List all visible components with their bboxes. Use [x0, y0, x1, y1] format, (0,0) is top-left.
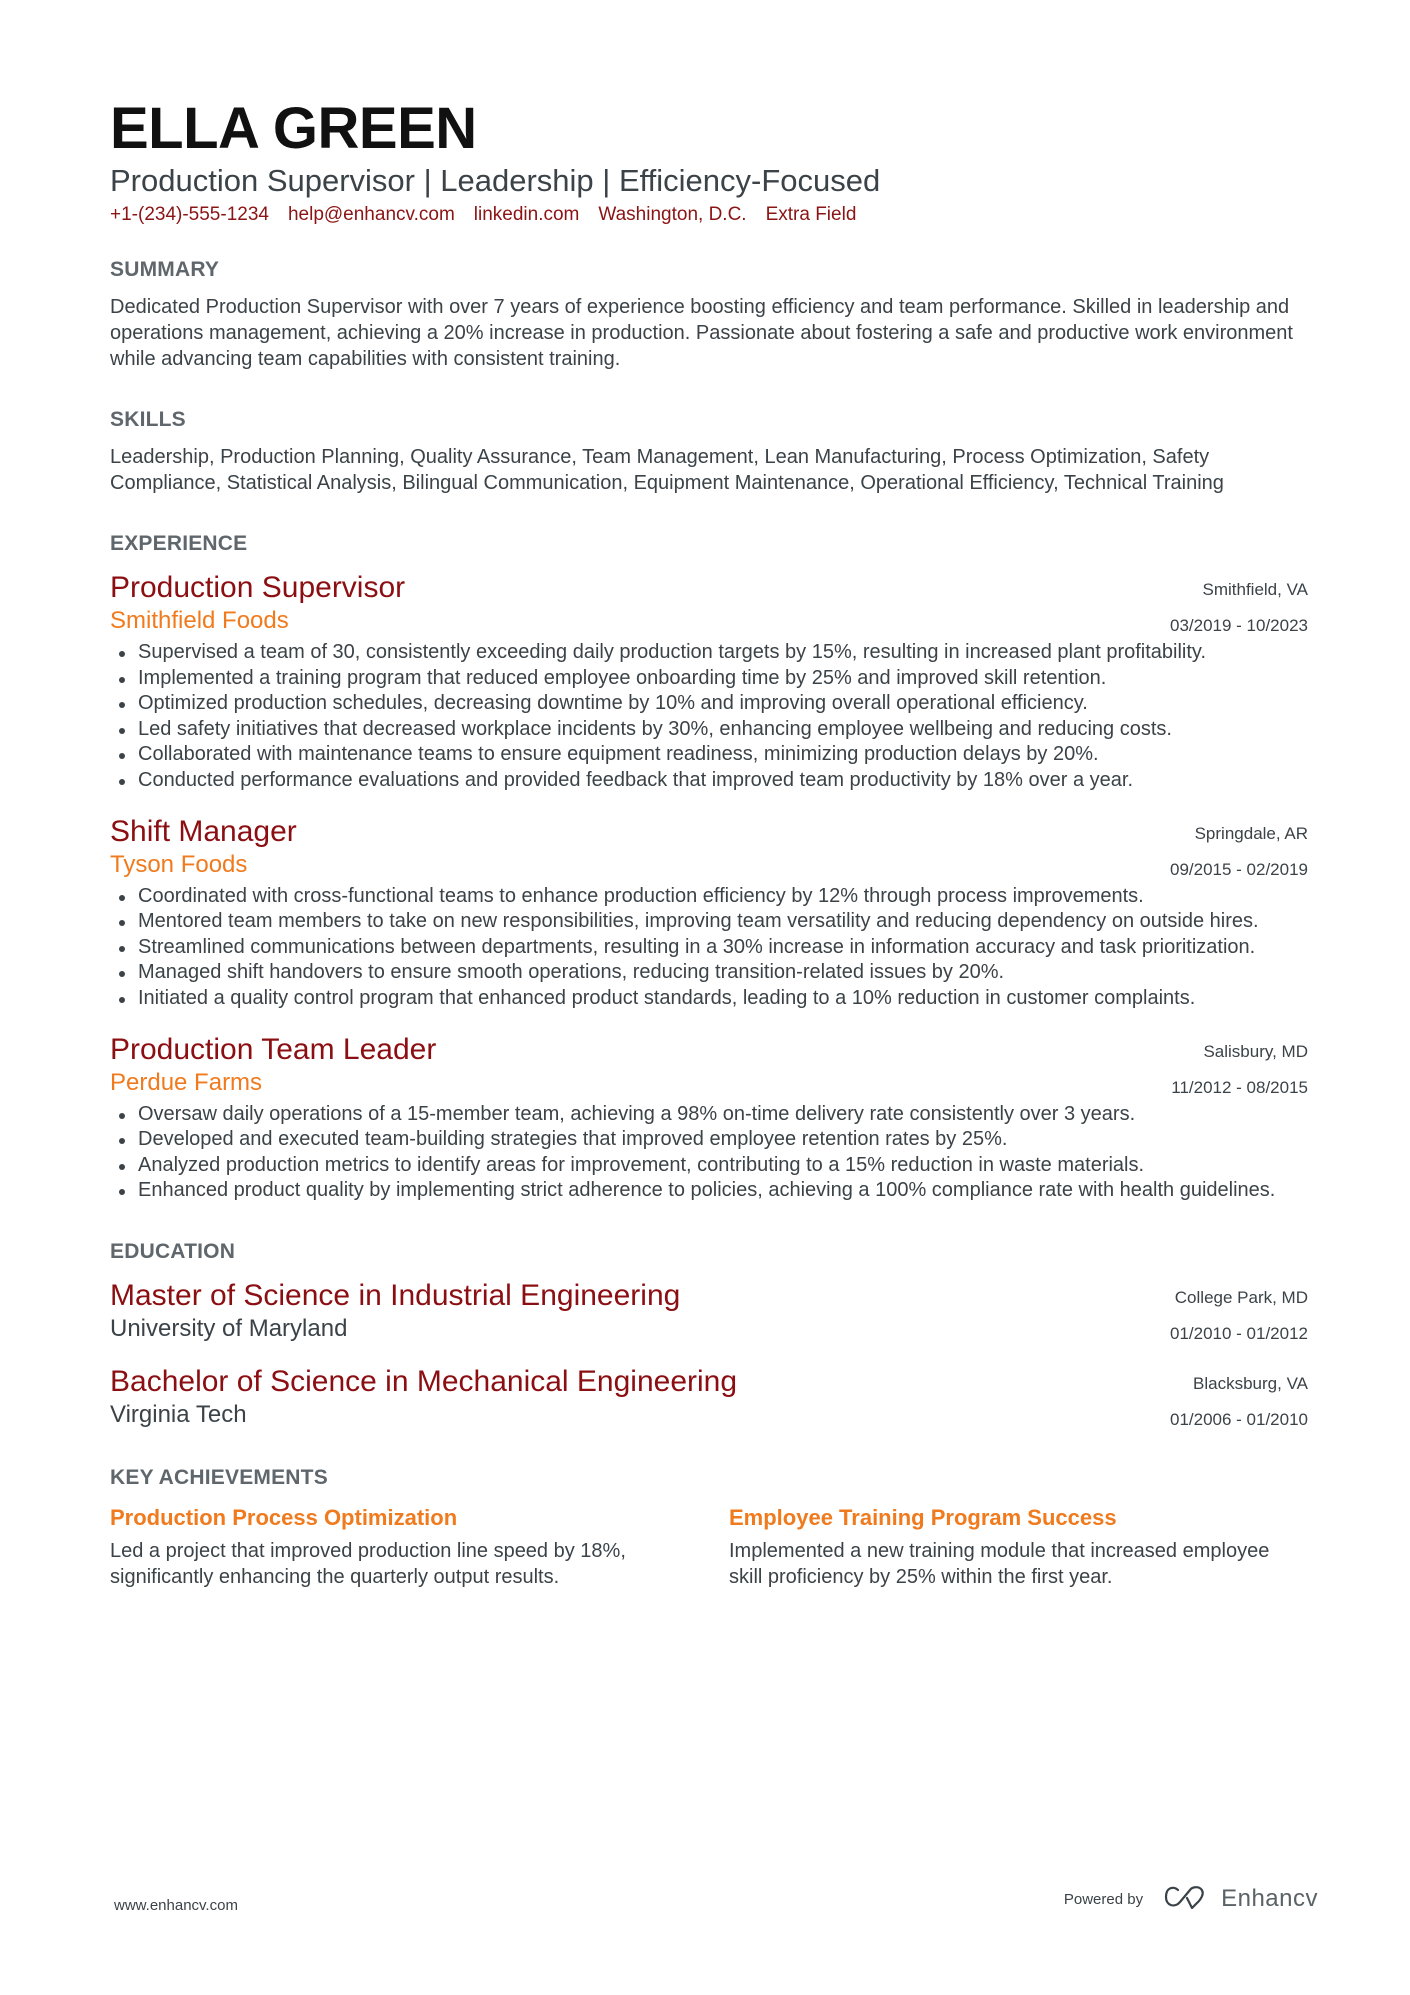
job-title: Production Team Leader	[110, 1032, 437, 1066]
achievements-grid: Production Process Optimization Led a pr…	[110, 1504, 1308, 1590]
enhancv-logo-icon	[1163, 1884, 1209, 1914]
education-dates: 01/2006 - 01/2010	[1169, 1409, 1308, 1429]
bullet-item: Initiated a quality control program that…	[110, 986, 1308, 1012]
contact-linkedin[interactable]: linkedin.com	[474, 202, 580, 228]
skills-text: Leadership, Production Planning, Quality…	[110, 446, 1224, 494]
experience-entry: Production Team Leader Perdue Farms Sali…	[110, 1032, 1308, 1204]
education-section: EDUCATION Master of Science in Industria…	[110, 1238, 1308, 1430]
bullet-item: Collaborated with maintenance teams to e…	[110, 742, 1308, 768]
degree-title: Bachelor of Science in Mechanical Engine…	[110, 1364, 738, 1398]
degree-title: Master of Science in Industrial Engineer…	[110, 1278, 681, 1312]
footer-powered-by: Powered by Enhancv	[1064, 1884, 1318, 1914]
experience-entry: Production Supervisor Smithfield Foods S…	[110, 570, 1308, 794]
bullet-item: Oversaw daily operations of a 15-member …	[110, 1102, 1308, 1128]
job-meta: Smithfield, VA 03/2019 - 10/2023	[1170, 572, 1308, 644]
bullet-item: Managed shift handovers to ensure smooth…	[110, 960, 1308, 986]
bullet-item: Conducted performance evaluations and pr…	[110, 768, 1308, 794]
bullet-item: Mentored team members to take on new res…	[110, 909, 1308, 935]
bullet-item: Coordinated with cross-functional teams …	[110, 884, 1308, 910]
experience-title: EXPERIENCE	[110, 532, 248, 555]
education-location: Blacksburg, VA	[1193, 1373, 1308, 1393]
footer-website[interactable]: www.enhancv.com	[114, 1897, 238, 1914]
education-meta: Blacksburg, VA 01/2006 - 01/2010	[1170, 1366, 1308, 1438]
education-meta: College Park, MD 01/2010 - 01/2012	[1170, 1280, 1308, 1352]
candidate-name: ELLA GREEN	[110, 96, 477, 161]
experience-section: EXPERIENCE Production Supervisor Smithfi…	[110, 530, 1308, 1204]
bullet-item: Implemented a training program that redu…	[110, 666, 1308, 692]
bullet-item: Enhanced product quality by implementing…	[110, 1178, 1308, 1204]
job-dates: 03/2019 - 10/2023	[1169, 616, 1308, 635]
education-location: College Park, MD	[1174, 1287, 1308, 1307]
achievement-description: Led a project that improved production l…	[110, 1539, 626, 1588]
contact-location: Washington, D.C.	[598, 204, 747, 225]
bullet-item: Streamlined communications between depar…	[110, 935, 1308, 961]
powered-by-label: Powered by	[1063, 1890, 1144, 1908]
bullet-item: Led safety initiatives that decreased wo…	[110, 717, 1308, 743]
skills-section: SKILLS Leadership, Production Planning, …	[110, 406, 1308, 496]
job-location: Salisbury, MD	[1203, 1041, 1308, 1061]
contact-info: +1-(234)-555-1234 help@enhancv.com linke…	[110, 202, 1308, 228]
education-entry: Master of Science in Industrial Engineer…	[110, 1278, 1308, 1344]
resume-page: ELLA GREEN Production Supervisor | Leade…	[110, 96, 1308, 1590]
job-dates: 09/2015 - 02/2019	[1169, 859, 1308, 879]
company-name: Perdue Farms	[110, 1068, 263, 1096]
enhancv-brand[interactable]: Enhancv	[1163, 1884, 1318, 1914]
bullet-item: Developed and executed team-building str…	[110, 1127, 1308, 1153]
job-bullets: Supervised a team of 30, consistently ex…	[110, 640, 1308, 794]
achievement-item: Production Process Optimization Led a pr…	[110, 1504, 685, 1590]
job-location: Springdale, AR	[1194, 823, 1308, 843]
bullet-item: Supervised a team of 30, consistently ex…	[110, 640, 1308, 666]
job-meta: Salisbury, MD 11/2012 - 08/2015	[1171, 1034, 1308, 1106]
education-dates: 01/2010 - 01/2012	[1169, 1323, 1308, 1343]
company-name: Smithfield Foods	[110, 607, 289, 634]
job-title: Production Supervisor	[110, 571, 406, 604]
achievement-title: Production Process Optimization	[110, 1504, 458, 1530]
contact-extra-field: Extra Field	[765, 204, 857, 225]
candidate-headline: Production Supervisor | Leadership | Eff…	[110, 163, 881, 198]
contact-email[interactable]: help@enhancv.com	[288, 202, 455, 228]
achievement-description: Implemented a new training module that i…	[729, 1539, 1270, 1588]
job-meta: Springdale, AR 09/2015 - 02/2019	[1170, 816, 1308, 888]
school-name: Virginia Tech	[110, 1400, 247, 1428]
skills-title: SKILLS	[110, 408, 186, 431]
education-title: EDUCATION	[110, 1239, 236, 1263]
experience-entry: Shift Manager Tyson Foods Springdale, AR…	[110, 814, 1308, 1012]
job-title: Shift Manager	[110, 814, 297, 848]
summary-section: SUMMARY Dedicated Production Supervisor …	[110, 256, 1308, 372]
summary-title: SUMMARY	[110, 258, 220, 281]
summary-text: Dedicated Production Supervisor with ove…	[110, 296, 1293, 370]
job-bullets: Oversaw daily operations of a 15-member …	[110, 1102, 1308, 1204]
school-name: University of Maryland	[110, 1314, 348, 1342]
bullet-item: Analyzed production metrics to identify …	[110, 1153, 1308, 1179]
achievement-title: Employee Training Program Success	[729, 1504, 1117, 1530]
job-location: Smithfield, VA	[1202, 580, 1308, 599]
achievements-title: KEY ACHIEVEMENTS	[110, 1465, 328, 1489]
achievement-item: Employee Training Program Success Implem…	[729, 1504, 1304, 1590]
achievements-section: KEY ACHIEVEMENTS Production Process Opti…	[110, 1464, 1308, 1590]
company-name: Tyson Foods	[110, 850, 248, 878]
education-entry: Bachelor of Science in Mechanical Engine…	[110, 1364, 1308, 1430]
job-bullets: Coordinated with cross-functional teams …	[110, 884, 1308, 1012]
job-dates: 11/2012 - 08/2015	[1171, 1077, 1308, 1097]
resume-header: ELLA GREEN Production Supervisor | Leade…	[110, 96, 1308, 228]
bullet-item: Optimized production schedules, decreasi…	[110, 691, 1308, 717]
enhancv-brand-name: Enhancv	[1221, 1885, 1318, 1912]
contact-phone[interactable]: +1-(234)-555-1234	[110, 202, 269, 228]
